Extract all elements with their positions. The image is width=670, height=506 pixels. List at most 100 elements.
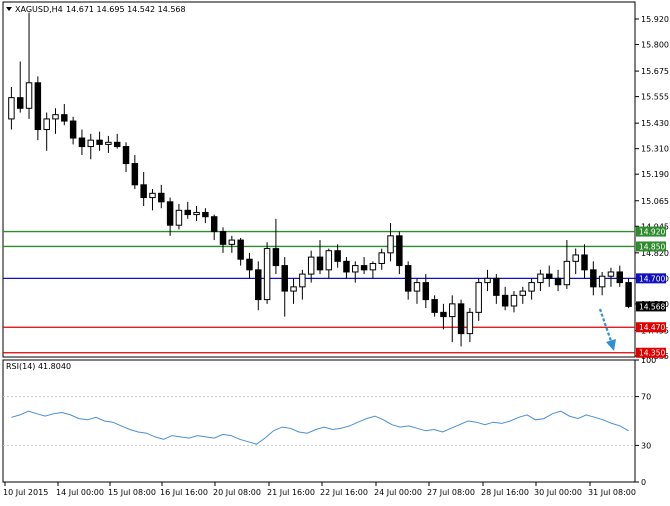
candle-body-bull — [25, 82, 33, 109]
price-tags-layer: 14.920 14.850 14.700 14.470 14.350 14.568 — [636, 226, 666, 358]
y-tick-label: 15.065 — [641, 197, 669, 206]
candle-body-bear — [493, 277, 500, 296]
x-tick-label: 22 Jul 16:00 — [320, 488, 368, 497]
candle-body-bull — [52, 114, 59, 120]
candle-body-bull — [466, 311, 474, 335]
candle-body-bear — [554, 277, 562, 286]
x-tick-label: 27 Jul 08:00 — [427, 488, 475, 497]
x-tick-label: 10 Jul 2015 — [3, 488, 48, 497]
candle-body-bull — [378, 252, 385, 264]
candle-body-bear — [96, 139, 103, 145]
candle-body-bull — [299, 273, 306, 288]
x-tick-label: 20 Jul 08:00 — [213, 488, 261, 497]
candle — [625, 278, 632, 309]
x-tick-label: 30 Jul 00:00 — [534, 488, 582, 497]
x-tick-label: 28 Jul 16:00 — [481, 488, 529, 497]
level-price-label: 14.920 — [639, 228, 665, 237]
candle-body-bear — [210, 216, 218, 233]
candle-body-bull — [510, 294, 518, 307]
candle-body-bear — [457, 303, 465, 335]
candle-body-bull — [228, 239, 236, 245]
rsi-tick-label: 70 — [641, 393, 651, 402]
rsi-tick-label: 0 — [641, 478, 646, 487]
candle-body-bear — [78, 137, 86, 148]
candle-body-bear — [255, 269, 262, 301]
candle-body-bear — [69, 120, 77, 139]
candle-body-bull — [193, 211, 200, 216]
candle-body-bear — [396, 235, 403, 267]
candle-body-bear — [166, 201, 174, 226]
candle-body-bull — [352, 265, 359, 273]
candle-body-bull — [413, 282, 421, 292]
x-tick-label: 15 Jul 08:00 — [108, 488, 156, 497]
candle-body-bull — [528, 282, 535, 292]
candle-body-bull — [475, 282, 482, 313]
candle-body-bear — [590, 269, 597, 288]
y-tick-label: 15.310 — [641, 145, 669, 154]
rsi-pane-frame — [2, 359, 636, 483]
candle-body-bear — [625, 282, 632, 307]
candle-body-bull — [572, 254, 579, 262]
candle-body-bear — [440, 311, 447, 318]
y-tick-label: 15.555 — [641, 93, 669, 102]
candle-body-bear — [431, 299, 438, 313]
level-price-label: 14.470 — [639, 323, 665, 332]
candle-body-bull — [563, 260, 571, 286]
candle-body-bull — [449, 303, 456, 318]
candle-body-bull — [149, 192, 156, 199]
candle-body-bear — [34, 82, 42, 131]
candle-body-bull — [8, 97, 15, 120]
y-tick-label: 15.920 — [641, 15, 669, 24]
candle-body-bull — [607, 271, 615, 277]
candle-body-bear — [219, 231, 227, 245]
candle-body-bear — [581, 254, 588, 271]
main-chart-frame — [2, 1, 636, 358]
symbol-label: XAGUSD,H4 — [15, 5, 63, 14]
ohlc-values: 14.671 14.695 14.542 14.568 — [66, 5, 186, 14]
candle-body-bear — [316, 256, 324, 271]
candle-body-bull — [387, 235, 394, 254]
candle-body-bull — [519, 290, 527, 296]
candle-body-bear — [360, 265, 368, 271]
level-price-label: 14.350 — [639, 349, 665, 358]
candle-body-bear — [131, 163, 139, 186]
y-tick-label: 15.800 — [641, 41, 669, 50]
candle-body-bear — [616, 271, 624, 284]
chart-window[interactable]: 15.920 15.800 15.675 15.555 15.430 15.310 15.1… — [0, 0, 670, 502]
price-chart-svg[interactable]: 15.920 15.800 15.675 15.555 15.430 15.310 15.1… — [0, 0, 670, 502]
candle-body-bear — [158, 192, 165, 203]
candle-body-bull — [484, 277, 491, 284]
candle-body-bull — [263, 248, 271, 301]
x-tick-label: 14 Jul 00:00 — [56, 488, 104, 497]
x-tick-label: 21 Jul 16:00 — [267, 488, 315, 497]
candle-body-bear — [246, 258, 253, 271]
candle-body-bear — [422, 282, 430, 301]
chart-header: XAGUSD,H4 14.671 14.695 14.542 14.568 — [6, 5, 186, 14]
candle-body-bull — [537, 273, 544, 284]
candle-body-bear — [184, 209, 191, 216]
rsi-title: RSI(14) 41.8040 — [6, 362, 71, 371]
y-tick-label: 15.190 — [641, 170, 669, 179]
candle-body-bear — [202, 211, 209, 218]
x-tick-label: 16 Jul 16:00 — [160, 488, 208, 497]
candle-body-bear — [237, 239, 244, 260]
level-price-label: 14.700 — [639, 274, 665, 283]
candle-body-bear — [61, 114, 68, 122]
y-tick-label: 15.675 — [641, 67, 669, 76]
candle-body-bull — [369, 262, 377, 271]
candle-body-bull — [175, 209, 183, 226]
candle-body-bear — [546, 273, 553, 279]
candle-body-bear — [281, 265, 288, 292]
x-tick-label: 31 Jul 08:00 — [588, 488, 636, 497]
candle-body-bear — [501, 294, 509, 307]
x-tick-label: 24 Jul 00:00 — [374, 488, 422, 497]
candle-body-bull — [43, 118, 50, 131]
candle — [263, 242, 271, 304]
candle-body-bull — [290, 286, 297, 292]
candle-body-bull — [87, 139, 94, 148]
candle-body-bull — [325, 250, 333, 271]
rsi-tick-label: 30 — [641, 441, 651, 450]
candle-body-bear — [272, 248, 280, 267]
candle-body-bull — [105, 141, 112, 145]
candle-body-bear — [343, 260, 350, 273]
